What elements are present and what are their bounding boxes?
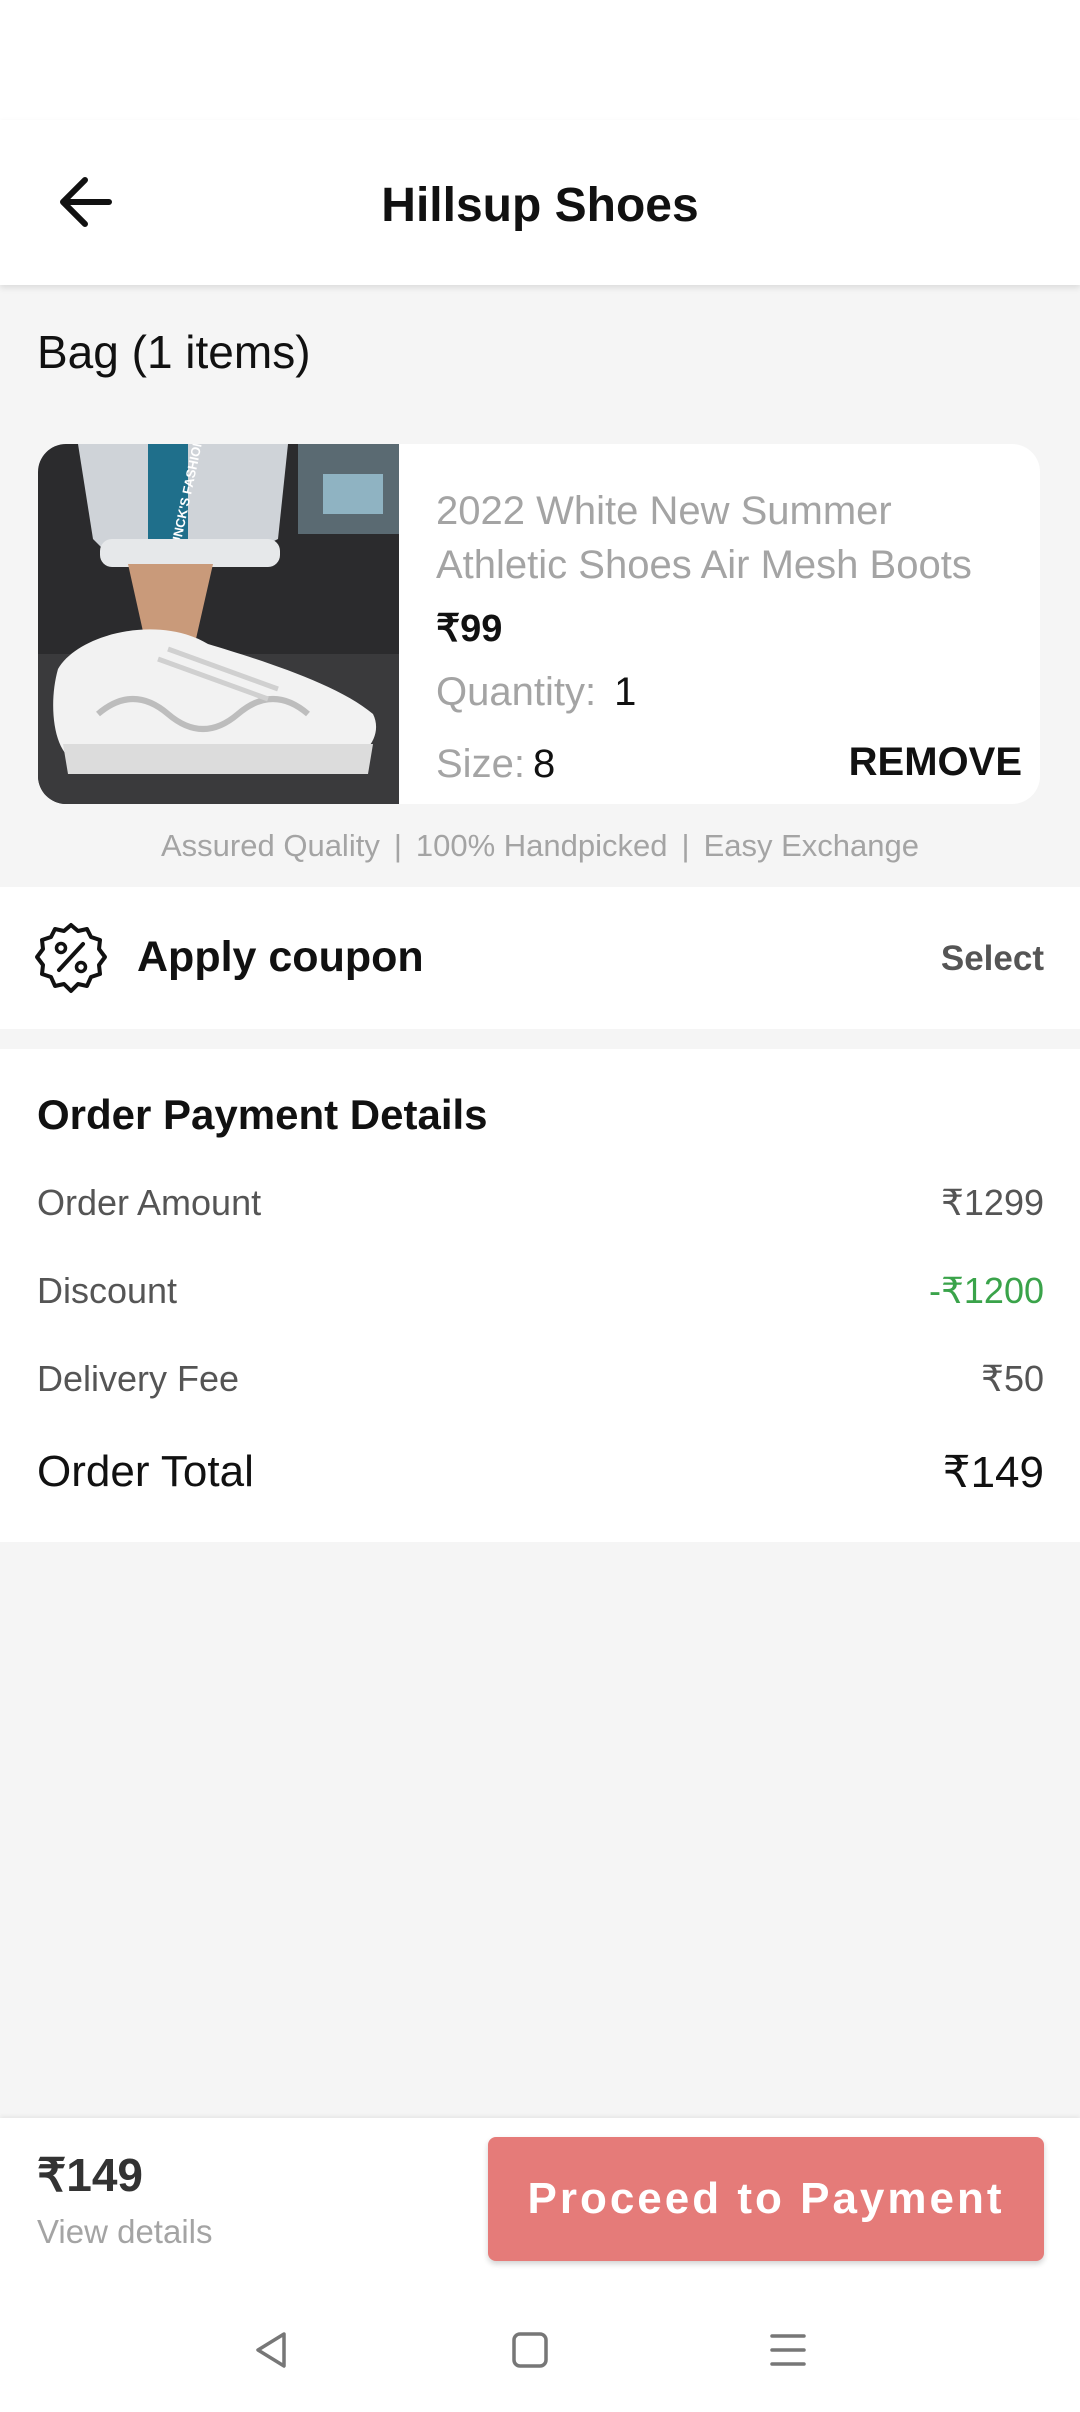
- delivery-fee-label: Delivery Fee: [37, 1358, 240, 1399]
- select-coupon-button[interactable]: Select: [941, 939, 1044, 979]
- order-total-row: Order Total ₹149: [37, 1447, 1044, 1498]
- delivery-fee-value: ₹50: [981, 1358, 1044, 1399]
- apply-coupon-label: Apply coupon: [137, 933, 424, 981]
- quantity-row: Quantity: 1: [436, 670, 636, 715]
- apply-coupon-row[interactable]: Apply coupon Select: [0, 887, 1080, 1029]
- assurance-separator: |: [681, 828, 690, 863]
- size-label: Size:: [436, 742, 525, 786]
- order-amount-label: Order Amount: [37, 1182, 262, 1223]
- app-header: Hillsup Shoes: [0, 120, 1080, 285]
- proceed-to-payment-button[interactable]: Proceed to Payment: [488, 2137, 1044, 2261]
- assurance-item: Easy Exchange: [703, 828, 919, 863]
- size-row: Size: 8: [436, 742, 555, 787]
- system-nav-bar: [0, 2290, 1080, 2412]
- status-bar: [0, 0, 1080, 120]
- page-title: Hillsup Shoes: [381, 179, 699, 232]
- discount-badge-icon: [35, 923, 107, 993]
- triangle-back-icon: [256, 2332, 286, 2368]
- checkout-bar: ₹149 View details Proceed to Payment: [0, 2118, 1080, 2290]
- order-amount-row: Order Amount ₹1299: [37, 1182, 1044, 1224]
- nav-back-button[interactable]: [232, 2310, 312, 2390]
- nav-home-button[interactable]: [490, 2310, 570, 2390]
- order-payment-details: Order Payment Details Order Amount ₹1299…: [0, 1049, 1080, 1542]
- view-details-link[interactable]: View details: [37, 2213, 213, 2251]
- delivery-fee-row: Delivery Fee ₹50: [37, 1358, 1044, 1400]
- menu-lines-icon: [770, 2334, 806, 2366]
- quantity-label: Quantity:: [436, 670, 597, 714]
- discount-row: Discount -₹1200: [37, 1270, 1044, 1312]
- checkout-total: ₹149: [37, 2149, 144, 2201]
- discount-value: -₹1200: [929, 1270, 1044, 1311]
- discount-label: Discount: [37, 1270, 178, 1311]
- product-image: RUNCK'S FASHION: [38, 444, 399, 804]
- product-price: ₹99: [436, 608, 503, 650]
- assurance-separator: |: [393, 828, 402, 863]
- product-name[interactable]: 2022 White New Summer Athletic Shoes Air…: [436, 484, 1016, 592]
- quantity-value: 1: [614, 670, 637, 714]
- payment-details-title: Order Payment Details: [37, 1091, 488, 1138]
- assurance-item: Assured Quality: [161, 828, 380, 863]
- remove-button[interactable]: REMOVE: [849, 740, 1022, 785]
- order-amount-value: ₹1299: [941, 1182, 1044, 1223]
- square-home-icon: [512, 2332, 548, 2368]
- assurance-strip: Assured Quality | 100% Handpicked | Easy Exc…: [0, 828, 1080, 864]
- nav-menu-button[interactable]: [748, 2310, 828, 2390]
- size-value: 8: [532, 742, 556, 786]
- bag-item-card[interactable]: RUNCK'S FASHION 2022 White New Summer At…: [38, 444, 1040, 804]
- assurance-item: 100% Handpicked: [415, 828, 668, 863]
- order-total-value: ₹149: [942, 1448, 1044, 1497]
- bag-title: Bag (1 items): [37, 326, 311, 378]
- order-total-label: Order Total: [37, 1447, 254, 1496]
